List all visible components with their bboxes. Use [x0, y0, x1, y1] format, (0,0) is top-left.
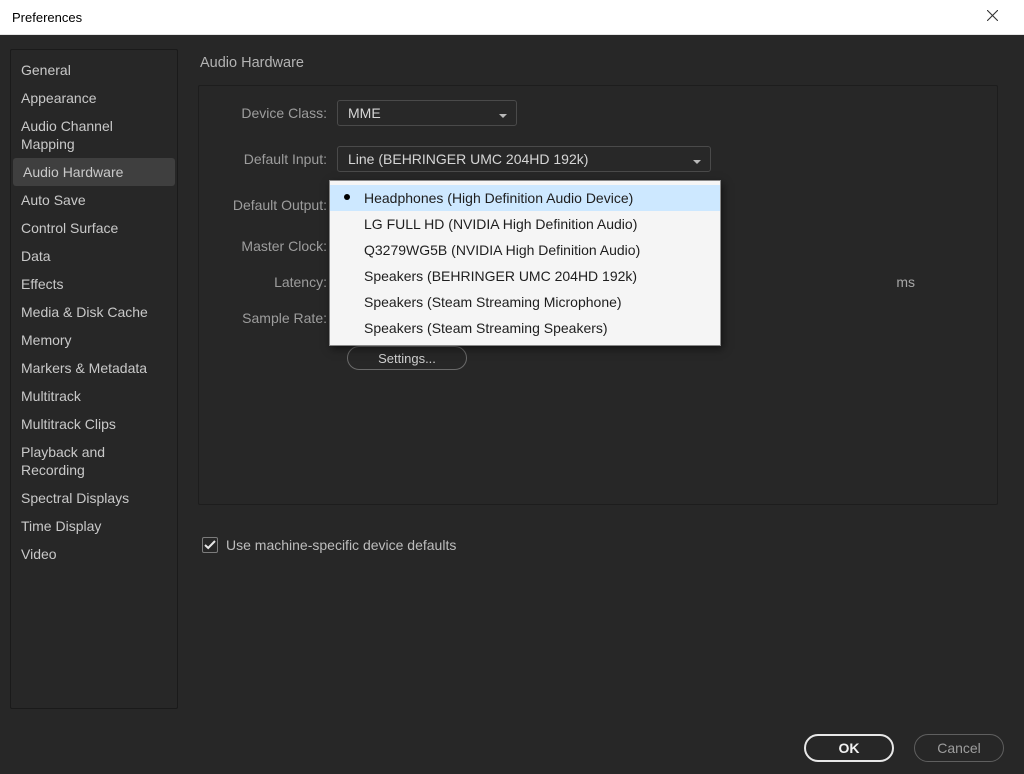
- select-device-class[interactable]: MME: [337, 100, 517, 126]
- sidebar-item-data[interactable]: Data: [11, 242, 177, 270]
- sidebar-item-time-display[interactable]: Time Display: [11, 512, 177, 540]
- chevron-down-icon: [498, 108, 508, 118]
- sidebar-item-spectral-displays[interactable]: Spectral Displays: [11, 484, 177, 512]
- main-panel: Audio Hardware Device Class: MME Default…: [178, 49, 1014, 764]
- dropdown-option[interactable]: Speakers (BEHRINGER UMC 204HD 192k): [330, 263, 720, 289]
- sidebar-item-video[interactable]: Video: [11, 540, 177, 568]
- sidebar-item-control-surface[interactable]: Control Surface: [11, 214, 177, 242]
- label-default-input: Default Input:: [217, 151, 337, 167]
- sidebar: GeneralAppearanceAudio Channel MappingAu…: [10, 49, 178, 709]
- sidebar-item-general[interactable]: General: [11, 56, 177, 84]
- footer: OK Cancel: [804, 734, 1004, 762]
- titlebar: Preferences: [0, 0, 1024, 35]
- dropdown-option[interactable]: Q3279WG5B (NVIDIA High Definition Audio): [330, 237, 720, 263]
- row-default-input: Default Input: Line (BEHRINGER UMC 204HD…: [217, 146, 979, 172]
- select-default-input-value: Line (BEHRINGER UMC 204HD 192k): [348, 151, 588, 167]
- sidebar-item-multitrack-clips[interactable]: Multitrack Clips: [11, 410, 177, 438]
- section-title: Audio Hardware: [200, 55, 1008, 71]
- dropdown-option[interactable]: LG FULL HD (NVIDIA High Definition Audio…: [330, 211, 720, 237]
- label-master-clock: Master Clock:: [217, 238, 337, 254]
- default-output-dropdown[interactable]: Headphones (High Definition Audio Device…: [329, 180, 721, 346]
- window-title: Preferences: [12, 10, 82, 25]
- label-sample-rate: Sample Rate:: [217, 310, 337, 326]
- body: GeneralAppearanceAudio Channel MappingAu…: [0, 35, 1024, 774]
- sidebar-item-playback-and-recording[interactable]: Playback and Recording: [11, 438, 177, 484]
- sidebar-item-effects[interactable]: Effects: [11, 270, 177, 298]
- preferences-window: Preferences GeneralAppearanceAudio Chann…: [0, 0, 1024, 774]
- sidebar-item-media-disk-cache[interactable]: Media & Disk Cache: [11, 298, 177, 326]
- label-latency: Latency:: [217, 274, 337, 290]
- sidebar-item-appearance[interactable]: Appearance: [11, 84, 177, 112]
- label-device-class: Device Class:: [217, 105, 337, 121]
- sidebar-item-audio-hardware[interactable]: Audio Hardware: [13, 158, 175, 186]
- sidebar-item-markers-metadata[interactable]: Markers & Metadata: [11, 354, 177, 382]
- settings-button[interactable]: Settings...: [347, 346, 467, 370]
- label-default-output: Default Output:: [217, 197, 337, 213]
- sidebar-item-audio-channel-mapping[interactable]: Audio Channel Mapping: [11, 112, 177, 158]
- chevron-down-icon: [692, 154, 702, 164]
- dropdown-option[interactable]: Speakers (Steam Streaming Microphone): [330, 289, 720, 315]
- checkbox-machine-defaults[interactable]: [202, 537, 218, 553]
- sidebar-item-auto-save[interactable]: Auto Save: [11, 186, 177, 214]
- close-icon: [987, 8, 998, 26]
- select-default-input[interactable]: Line (BEHRINGER UMC 204HD 192k): [337, 146, 711, 172]
- label-machine-defaults: Use machine-specific device defaults: [226, 537, 456, 553]
- settings-panel: Device Class: MME Default Input: Line (B…: [198, 85, 998, 505]
- sidebar-item-memory[interactable]: Memory: [11, 326, 177, 354]
- close-button[interactable]: [972, 0, 1012, 35]
- ok-button[interactable]: OK: [804, 734, 894, 762]
- sidebar-item-multitrack[interactable]: Multitrack: [11, 382, 177, 410]
- row-device-class: Device Class: MME: [217, 100, 979, 126]
- dropdown-option[interactable]: Headphones (High Definition Audio Device…: [330, 185, 720, 211]
- dropdown-option[interactable]: Speakers (Steam Streaming Speakers): [330, 315, 720, 341]
- latency-units: ms: [896, 274, 915, 290]
- select-device-class-value: MME: [348, 105, 381, 121]
- check-icon: [204, 539, 216, 551]
- cancel-button[interactable]: Cancel: [914, 734, 1004, 762]
- row-machine-defaults: Use machine-specific device defaults: [202, 537, 1008, 553]
